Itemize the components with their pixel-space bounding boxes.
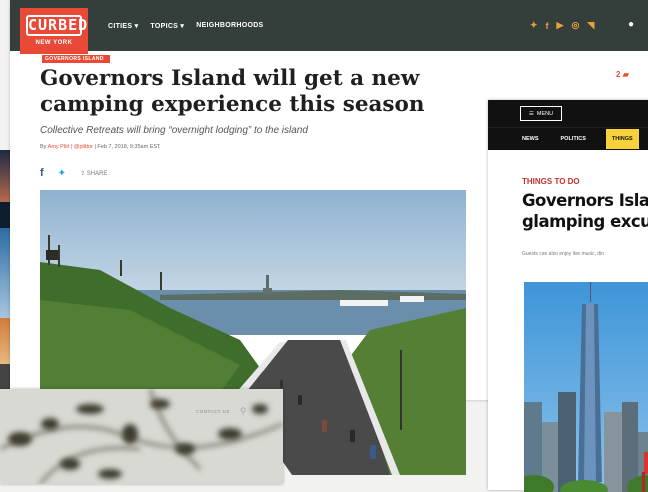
author-link[interactable]: Amy Plitt [48, 144, 70, 150]
blurred-site-window: CONTACT US ⚲ [0, 389, 283, 484]
logo-brand: CURBED [26, 15, 89, 36]
author-handle[interactable]: @plittor [74, 144, 93, 150]
byline: By Amy Plitt | @plittor | Feb 7, 2018, 9… [40, 144, 161, 150]
comment-count[interactable]: 2 ▰ [616, 70, 629, 79]
rss-icon[interactable]: ◥ [587, 20, 594, 31]
third-description: Guests can also enjoy live music, din [522, 251, 604, 257]
curbed-logo[interactable]: CURBED NEW YORK [20, 8, 88, 54]
share-bar: f ✦ ⇪ SHARE [40, 167, 107, 179]
facebook-share-icon[interactable]: f [40, 167, 44, 179]
social-links: ✦ f ▶ ◎ ◥ [530, 20, 594, 31]
search-icon[interactable]: ⚲ [240, 406, 247, 417]
site-tabs: NEWS POLITICS THINGS [488, 127, 648, 150]
hamburger-icon: ☰ [528, 110, 534, 117]
third-headline: Governors Islan glamping excur [522, 191, 648, 231]
article-headline: Governors Island will get a new camping … [40, 66, 425, 117]
main-nav: CITIES ▾ TOPICS ▾ NEIGHBORHOODS [108, 22, 264, 30]
instagram-icon[interactable]: ◎ [571, 20, 579, 31]
comment-icon: ▰ [622, 70, 629, 79]
section-kicker[interactable]: THINGS TO DO [522, 177, 580, 186]
facebook-icon[interactable]: f [546, 21, 549, 31]
article-subhead: Collective Retreats will bring “overnigh… [40, 125, 308, 136]
user-icon[interactable]: ● [628, 19, 634, 30]
tab-politics[interactable]: POLITICS [561, 136, 586, 142]
nav-cities[interactable]: CITIES ▾ [108, 22, 138, 30]
menu-button[interactable]: ☰ MENU [520, 106, 562, 121]
blurred-branches-image [0, 389, 283, 484]
logo-city: NEW YORK [35, 40, 73, 46]
tab-news[interactable]: NEWS [522, 136, 539, 142]
contact-link[interactable]: CONTACT US [196, 409, 230, 414]
nav-neighborhoods[interactable]: NEIGHBORHOODS [196, 22, 263, 30]
tab-things[interactable]: THINGS [605, 129, 639, 149]
twitter-share-icon[interactable]: ✦ [58, 168, 66, 179]
third-article-window: ☰ MENU NEWS POLITICS THINGS THINGS TO DO… [488, 100, 648, 492]
youtube-icon[interactable]: ▶ [557, 20, 564, 31]
nav-topics[interactable]: TOPICS ▾ [150, 22, 184, 30]
article-tag[interactable]: GOVERNORS ISLAND [42, 55, 110, 63]
skyline-photo [524, 282, 648, 492]
twitter-icon[interactable]: ✦ [530, 20, 538, 31]
share-button[interactable]: ⇪ SHARE [80, 170, 107, 177]
curbed-navbar: CURBED NEW YORK CITIES ▾ TOPICS ▾ NEIGHB… [10, 0, 648, 54]
publish-date: Feb 7, 2018, 9:35am EST [97, 144, 161, 150]
blurred-nav: CONTACT US ⚲ [196, 406, 247, 417]
site-topbar: ☰ MENU [488, 100, 648, 127]
